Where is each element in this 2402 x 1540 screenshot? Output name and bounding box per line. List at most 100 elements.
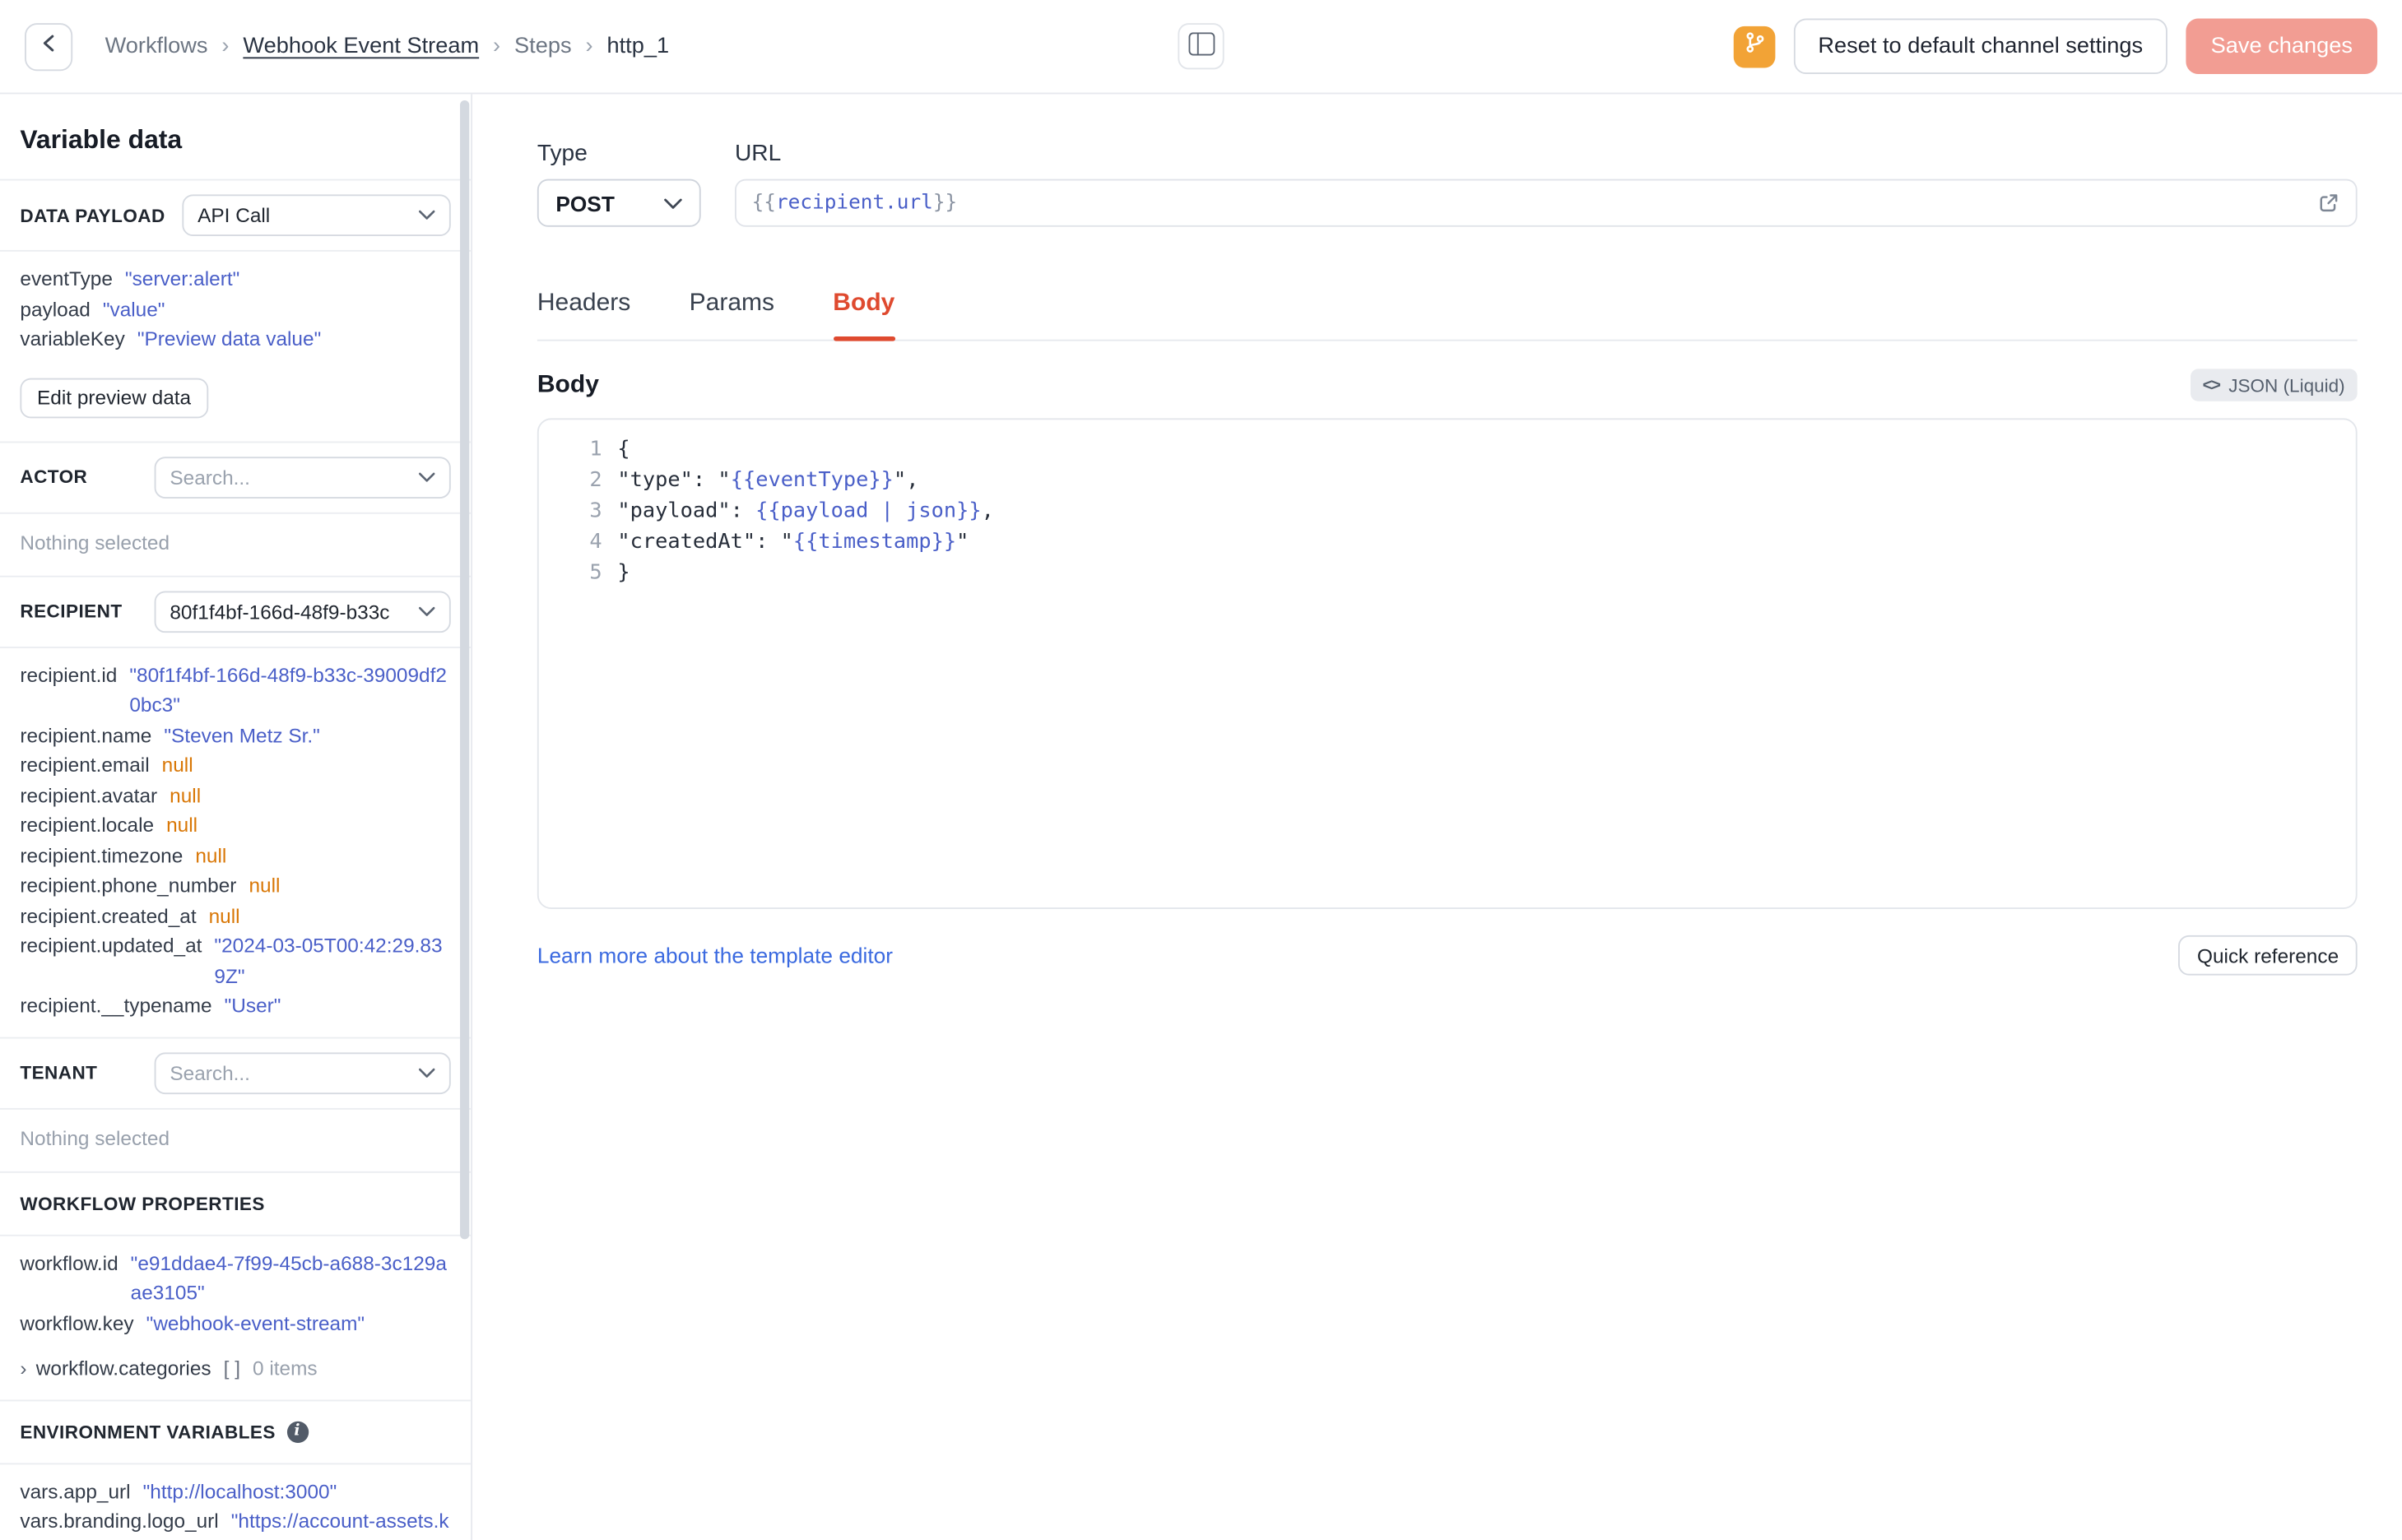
- variable-row: recipient.created_at null: [20, 901, 450, 931]
- recipient-variables-list: recipient.id "80f1f4bf-166d-48f9-b33c-39…: [0, 647, 471, 1037]
- breadcrumb-separator: ›: [221, 34, 230, 59]
- variable-key: payload: [20, 297, 91, 321]
- recipient-label: RECIPIENT: [20, 600, 123, 623]
- reset-channel-settings-button[interactable]: Reset to default channel settings: [1793, 18, 2168, 75]
- code-editor[interactable]: 1{2 "type": "{{eventType}}", 3 "payload": {…: [537, 418, 2358, 909]
- variable-row: recipient.id "80f1f4bf-166d-48f9-b33c-39…: [20, 660, 450, 720]
- top-bar: Workflows › Webhook Event Stream › Steps…: [0, 0, 2402, 95]
- variable-value: null: [161, 753, 193, 777]
- breadcrumb-separator: ›: [493, 34, 501, 59]
- data-payload-select[interactable]: API Call: [182, 194, 451, 237]
- variable-value: "Steven Metz Sr.": [164, 722, 320, 747]
- http-method-value: POST: [555, 190, 615, 216]
- chevron-down-icon: [418, 471, 435, 482]
- variable-key: workflow.id: [20, 1250, 118, 1274]
- code-text: }: [617, 559, 630, 586]
- environment-variables-heading: ENVIRONMENT VARIABLES i: [0, 1400, 471, 1462]
- panel-toggle-icon: [1187, 32, 1215, 60]
- variable-row: recipient.timezone null: [20, 840, 450, 870]
- quick-reference-button[interactable]: Quick reference: [2178, 935, 2358, 976]
- body-panel-header: Body <> JSON (Liquid): [537, 369, 2358, 401]
- workflow-properties-heading: WORKFLOW PROPERTIES: [0, 1172, 471, 1234]
- variable-row: workflow.id "e91ddae4-7f99-45cb-a688-3c1…: [20, 1248, 450, 1308]
- back-button[interactable]: [25, 22, 73, 71]
- breadcrumb-workflows[interactable]: Workflows: [105, 34, 208, 58]
- payload-variables-list: eventType "server:alert" payload "value"…: [0, 252, 471, 370]
- variable-data-sidebar: Variable data DATA PAYLOAD API Call even…: [0, 94, 473, 1540]
- breadcrumb-workflow-name[interactable]: Webhook Event Stream: [243, 34, 479, 58]
- tenant-search-placeholder: Search...: [170, 1060, 250, 1084]
- variable-row: recipient.locale null: [20, 810, 450, 841]
- variable-row: recipient.email null: [20, 750, 450, 781]
- code-line[interactable]: 4 "createdAt": "{{timestamp}}": [539, 526, 2356, 558]
- variable-value: null: [208, 903, 240, 927]
- tab-body[interactable]: Body: [833, 290, 895, 341]
- chevron-right-icon: ›: [20, 1357, 27, 1380]
- variable-value: "webhook-event-stream": [146, 1310, 365, 1334]
- http-method-select[interactable]: POST: [537, 179, 701, 227]
- info-icon[interactable]: i: [286, 1420, 309, 1443]
- url-input[interactable]: {{recipient.url}}: [734, 179, 2358, 227]
- code-line[interactable]: 1{: [539, 434, 2356, 465]
- actor-search-select[interactable]: Search...: [154, 456, 451, 499]
- edit-preview-data-button[interactable]: Edit preview data: [20, 377, 208, 418]
- workflow-categories-container: › workflow.categories [ ] 0 items: [0, 1353, 471, 1399]
- tenant-label: TENANT: [20, 1061, 98, 1083]
- variable-value: "80f1f4bf-166d-48f9-b33c-39009df20bc3": [129, 662, 447, 717]
- tab-headers[interactable]: Headers: [537, 290, 630, 340]
- pending-changes-badge[interactable]: [1733, 25, 1775, 67]
- variable-row: recipient.__typename "User": [20, 990, 450, 1021]
- line-number: 5: [589, 559, 602, 586]
- url-field-group: URL {{recipient.url}}: [734, 141, 2358, 227]
- actor-row: ACTOR Search...: [0, 442, 471, 511]
- variable-key: recipient.name: [20, 722, 152, 747]
- recipient-row: RECIPIENT 80f1f4bf-166d-48f9-b33c: [0, 577, 471, 646]
- language-label: JSON (Liquid): [2228, 373, 2345, 397]
- request-config-row: Type POST URL {{recipient.url}}: [537, 141, 2358, 227]
- variable-key: recipient.id: [20, 662, 118, 686]
- url-open-braces: {{: [751, 191, 776, 215]
- variable-key: vars.app_url: [20, 1479, 131, 1503]
- template-editor-docs-link[interactable]: Learn more about the template editor: [537, 943, 893, 967]
- line-number: 2: [589, 467, 602, 493]
- tenant-row: TENANT Search...: [0, 1038, 471, 1107]
- recipient-select[interactable]: 80f1f4bf-166d-48f9-b33c: [154, 590, 451, 633]
- chevron-down-icon: [418, 1067, 435, 1078]
- code-line[interactable]: 2 "type": "{{eventType}}",: [539, 465, 2356, 496]
- categories-count: 0 items: [252, 1357, 318, 1380]
- variable-value: "2024-03-05T00:42:29.839Z": [214, 933, 443, 987]
- recipient-select-value: 80f1f4bf-166d-48f9-b33c: [170, 599, 390, 623]
- chevron-down-icon: [664, 197, 683, 209]
- categories-brackets: [ ]: [223, 1357, 240, 1380]
- sidebar-scrollbar[interactable]: [460, 100, 470, 1240]
- variable-value: null: [249, 873, 281, 897]
- environment-variables-list: vars.app_url "http://localhost:3000" var…: [0, 1463, 471, 1540]
- code-text: "createdAt": "{{timestamp}}": [617, 529, 969, 554]
- breadcrumb-steps[interactable]: Steps: [514, 34, 572, 58]
- editor-language-chip: <> JSON (Liquid): [2190, 369, 2358, 401]
- variable-value: "http://localhost:3000": [142, 1479, 337, 1503]
- body-panel-title: Body: [537, 371, 599, 398]
- variable-key: recipient.updated_at: [20, 933, 202, 958]
- external-link-icon[interactable]: [2317, 192, 2340, 215]
- save-changes-button[interactable]: Save changes: [2186, 18, 2378, 75]
- code-line[interactable]: 3 "payload": {{payload | json}},: [539, 495, 2356, 526]
- line-number: 3: [589, 498, 602, 523]
- variable-value: null: [170, 783, 202, 807]
- workflow-categories-row[interactable]: › workflow.categories [ ] 0 items: [20, 1353, 450, 1384]
- variable-key: recipient.__typename: [20, 994, 212, 1018]
- variable-row: recipient.avatar null: [20, 780, 450, 810]
- panel-toggle-button[interactable]: [1178, 23, 1224, 70]
- breadcrumb-step-name: http_1: [606, 34, 670, 59]
- workflow-properties-list: workflow.id "e91ddae4-7f99-45cb-a688-3c1…: [0, 1236, 471, 1354]
- variable-row: payload "value": [20, 294, 450, 324]
- code-line[interactable]: 5}: [539, 557, 2356, 588]
- variable-row: vars.app_url "http://localhost:3000": [20, 1476, 450, 1506]
- line-number: 1: [589, 436, 602, 462]
- url-variable: recipient.url: [775, 191, 933, 215]
- variable-value: "https://account-assets.knock.app/42d161…: [230, 1509, 449, 1540]
- tenant-search-select[interactable]: Search...: [154, 1051, 451, 1094]
- variable-value: "value": [102, 297, 165, 321]
- tab-params[interactable]: Params: [690, 290, 774, 340]
- request-editor-panel: Type POST URL {{recipient.url}} Headers…: [472, 94, 2402, 1540]
